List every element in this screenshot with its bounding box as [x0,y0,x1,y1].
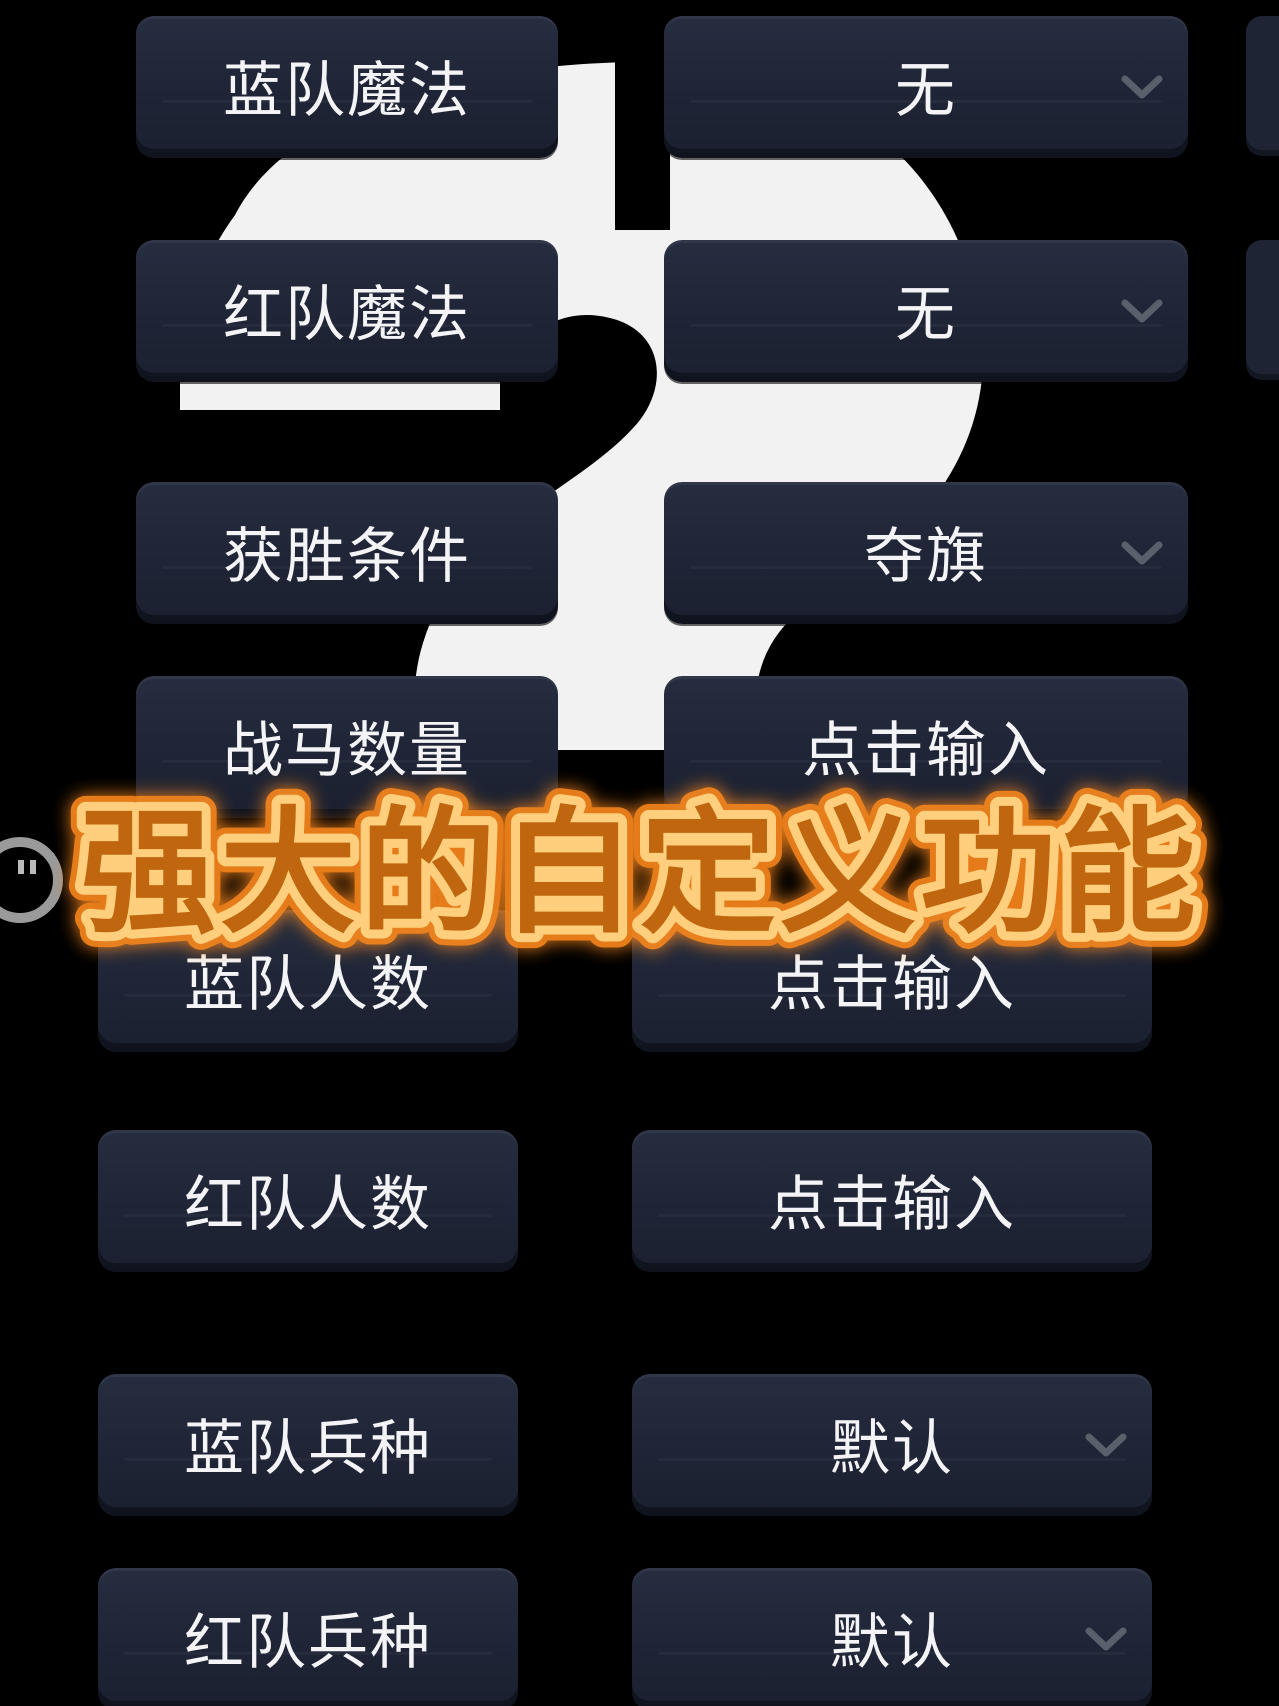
row-label: 红队人数 [184,1169,432,1240]
input-red-team-count[interactable]: 点击输入 [632,1130,1152,1272]
select-value: 默认 [830,1607,954,1678]
row-label: 蓝队兵种 [184,1413,432,1484]
select-blue-team-magic[interactable]: 无 [664,16,1188,158]
select-value: 无 [895,279,957,350]
select-red-team-magic[interactable]: 无 [664,240,1188,382]
select-win-condition[interactable]: 夺旗 [664,482,1188,624]
label-red-team-unit-type: 红队兵种 [98,1568,518,1706]
banner-title: 强大的自定义功能 [80,795,1200,953]
input-placeholder: 点击输入 [768,1169,1016,1240]
chevron-down-icon [1121,75,1163,99]
label-blue-team-unit-type: 蓝队兵种 [98,1374,518,1516]
chevron-down-icon [1121,541,1163,565]
chevron-down-icon [1121,299,1163,323]
select-blue-team-unit-type[interactable]: 默认 [632,1374,1152,1516]
label-win-condition: 获胜条件 [136,482,558,624]
select-value: 夺旗 [864,521,988,592]
select-red-team-unit-type[interactable]: 默认 [632,1568,1152,1706]
row-label: 红队兵种 [184,1607,432,1678]
chevron-down-icon [1085,1627,1127,1651]
select-value: 默认 [830,1413,954,1484]
label-red-team-count: 红队人数 [98,1130,518,1272]
row-label: 蓝队魔法 [223,55,471,126]
row-label: 红队魔法 [223,279,471,350]
offscreen-pill [1246,240,1279,380]
label-red-team-magic: 红队魔法 [136,240,558,382]
select-value: 无 [895,55,957,126]
promo-banner: 强大的自定义功能 强大的自定义功能 强大的自定义功能 [65,780,1211,968]
chevron-down-icon [1085,1433,1127,1457]
row-label: 获胜条件 [223,521,471,592]
offscreen-pill [1246,16,1279,156]
label-blue-team-magic: 蓝队魔法 [136,16,558,158]
